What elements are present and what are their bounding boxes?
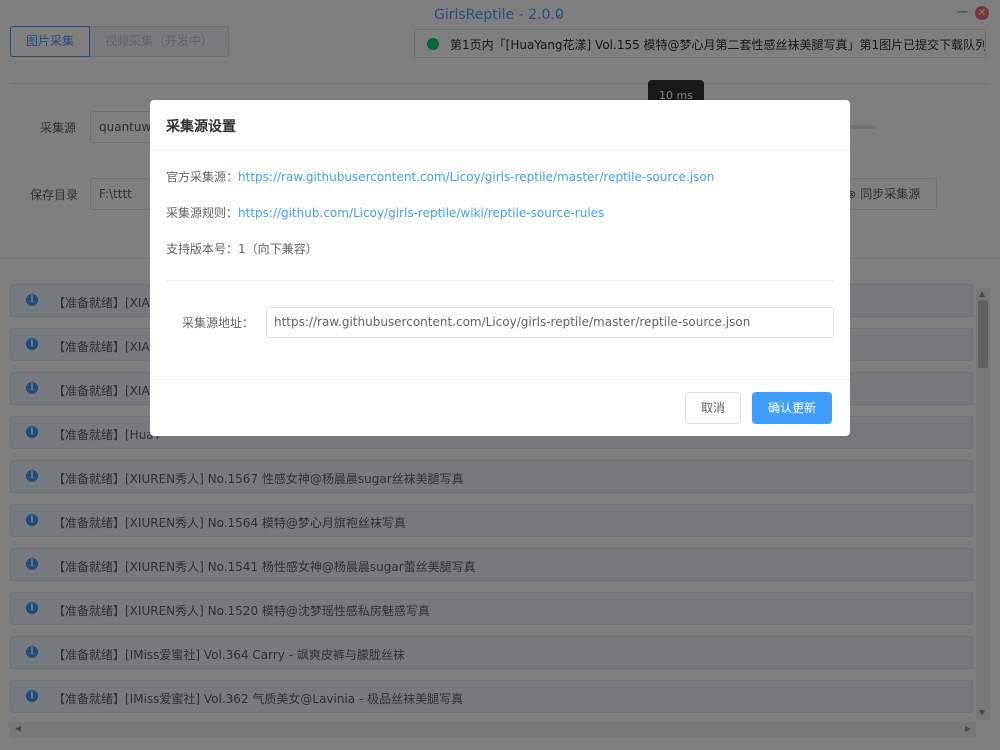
source-rules-link[interactable]: https://github.com/Licoy/girls-reptile/w…	[238, 206, 604, 220]
divider	[150, 150, 850, 151]
source-url-label: 采集源地址：	[181, 316, 254, 330]
confirm-update-button[interactable]: 确认更新	[752, 392, 832, 424]
dialog-title: 采集源设置	[166, 119, 236, 135]
version-text: 支持版本号：1（向下兼容）	[166, 242, 318, 256]
source-rules-label: 采集源规则：	[166, 206, 239, 220]
official-source-link[interactable]: https://raw.githubusercontent.com/Licoy/…	[238, 170, 714, 184]
official-source-row: 官方采集源：https://raw.githubusercontent.com/…	[166, 168, 714, 185]
source-rules-row: 采集源规则：https://github.com/Licoy/girls-rep…	[166, 204, 604, 221]
divider	[150, 379, 850, 380]
official-source-label: 官方采集源：	[166, 170, 239, 184]
source-url-input[interactable]: https://raw.githubusercontent.com/Licoy/…	[266, 307, 834, 338]
source-settings-dialog: 采集源设置 官方采集源：https://raw.githubuserconten…	[150, 100, 850, 436]
cancel-button[interactable]: 取消	[685, 392, 741, 424]
divider	[166, 280, 834, 281]
